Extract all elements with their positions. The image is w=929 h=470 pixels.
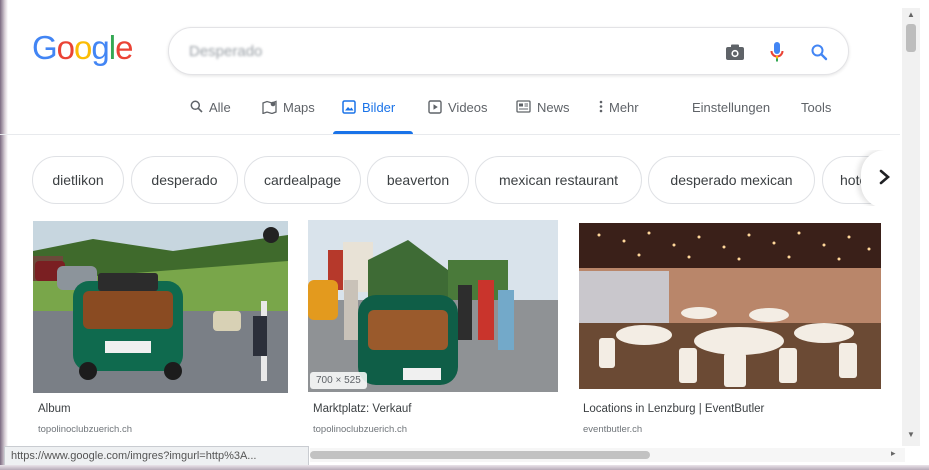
play-icon	[428, 100, 442, 114]
market-car-photo	[308, 220, 558, 392]
camera-icon[interactable]	[723, 40, 747, 64]
tab-label: News	[537, 100, 570, 115]
result-source[interactable]: eventbutler.ch	[583, 424, 642, 435]
tab-label: Alle	[209, 100, 231, 115]
settings-link[interactable]: Einstellungen	[692, 100, 770, 134]
maps-icon	[262, 100, 277, 114]
logo-letter: o	[74, 29, 92, 66]
search-icon	[190, 100, 203, 113]
chip[interactable]: desperado mexican	[648, 156, 815, 204]
result-title[interactable]: Album	[38, 403, 71, 415]
search-icon[interactable]	[807, 40, 831, 64]
chips-next-button[interactable]	[861, 150, 900, 206]
tab-label: Maps	[283, 100, 315, 115]
horizontal-scrollbar[interactable]	[310, 448, 905, 462]
tab-label: Bilder	[362, 100, 396, 115]
google-logo[interactable]: Google	[32, 29, 133, 67]
logo-letter: g	[91, 29, 109, 66]
more-vertical-icon	[599, 100, 603, 113]
tab-alle[interactable]: Alle	[190, 100, 231, 134]
logo-letter: G	[32, 29, 58, 66]
result-source[interactable]: topolinoclubzuerich.ch	[313, 424, 407, 435]
result-image[interactable]	[33, 221, 288, 393]
tab-videos[interactable]: Videos	[428, 100, 488, 134]
scroll-right-arrow-icon[interactable]: ▸	[891, 448, 903, 462]
status-bar-url: https://www.google.com/imgres?imgurl=htt…	[4, 446, 309, 466]
result-title[interactable]: Locations in Lenzburg | EventButler	[583, 403, 764, 415]
logo-letter: e	[115, 29, 133, 66]
chip[interactable]: desperado	[131, 156, 238, 204]
tab-news[interactable]: News	[516, 100, 570, 134]
newspaper-icon	[516, 100, 531, 113]
window-frame-right	[920, 0, 929, 470]
tab-label: Mehr	[609, 100, 639, 115]
search-tabs: Alle Maps Bilder Videos News Mehr Einste…	[0, 100, 900, 134]
result-image[interactable]	[579, 223, 881, 389]
result-title[interactable]: Marktplatz: Verkauf	[313, 403, 411, 415]
car-photo	[33, 221, 288, 393]
search-bar	[168, 27, 849, 75]
scroll-up-arrow-icon[interactable]: ▲	[907, 10, 915, 19]
related-searches-chips: dietlikon desperado cardealpage beaverto…	[0, 150, 900, 206]
tools-link[interactable]: Tools	[801, 100, 831, 134]
window-frame-left	[0, 0, 8, 470]
tabs-divider	[0, 134, 900, 135]
vertical-scrollbar[interactable]: ▲ ▼	[902, 8, 920, 446]
result-image[interactable]: 700 × 525	[308, 220, 558, 392]
chip[interactable]: dietlikon	[32, 156, 124, 204]
search-input[interactable]	[189, 40, 709, 62]
horizontal-scrollbar-thumb[interactable]	[310, 451, 650, 459]
event-hall-photo	[579, 223, 881, 389]
tab-mehr[interactable]: Mehr	[599, 100, 639, 134]
tab-maps[interactable]: Maps	[262, 100, 315, 134]
chip[interactable]: beaverton	[367, 156, 469, 204]
microphone-icon[interactable]	[765, 40, 789, 64]
tab-label: Videos	[448, 100, 488, 115]
image-dimensions-badge: 700 × 525	[310, 372, 367, 389]
scroll-down-arrow-icon[interactable]: ▼	[907, 430, 915, 439]
chip[interactable]: cardealpage	[244, 156, 361, 204]
chevron-right-icon	[879, 169, 891, 190]
result-source[interactable]: topolinoclubzuerich.ch	[38, 424, 132, 435]
vertical-scrollbar-thumb[interactable]	[906, 24, 916, 52]
image-icon	[342, 100, 356, 114]
window-frame-bottom	[0, 465, 929, 470]
tab-bilder[interactable]: Bilder	[342, 100, 395, 134]
chip[interactable]: mexican restaurant	[475, 156, 642, 204]
logo-letter: o	[56, 29, 75, 66]
